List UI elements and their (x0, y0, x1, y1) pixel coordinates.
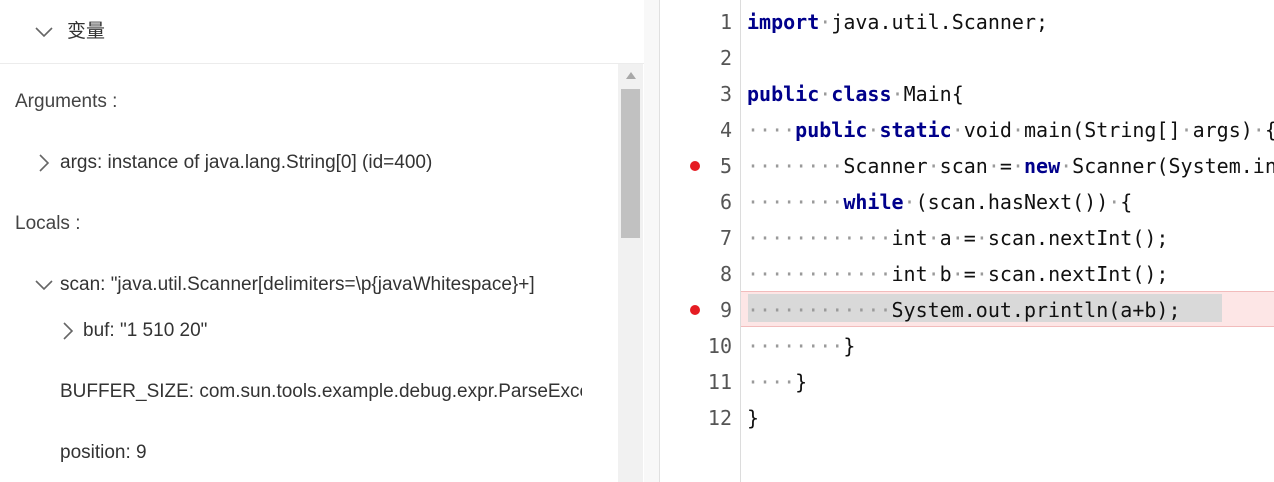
arguments-section-label: Arguments : (15, 89, 597, 115)
code-text: } (843, 334, 856, 358)
code-text: Main{ (903, 82, 964, 106)
scroll-up-arrow-icon[interactable] (626, 72, 636, 79)
code-text: } (747, 406, 760, 430)
line-number-gutter[interactable]: 1 2 3 4 5 6 7 8 9 10 11 12 (660, 0, 741, 482)
code-line-10: ········} (747, 334, 856, 358)
line-number: 4 (719, 118, 732, 142)
code-line-8: ············int·b·=·scan.nextInt(); (747, 262, 1169, 286)
code-text: int·b·=·scan.nextInt(); (891, 262, 1169, 286)
line-number: 3 (719, 82, 732, 106)
chevron-right-icon[interactable] (34, 153, 54, 173)
scrollbar-thumb[interactable] (621, 89, 640, 238)
line-number: 12 (707, 406, 732, 430)
breakpoint-icon[interactable] (690, 305, 700, 315)
code-text: ·Scanner(System.in); (1060, 154, 1274, 178)
variables-title: 变量 (67, 21, 106, 42)
locals-section-label: Locals : (15, 211, 597, 237)
keyword: import (747, 10, 820, 34)
keyword: while (843, 190, 904, 214)
arguments-label: Arguments : (15, 91, 118, 112)
line-number: 6 (719, 190, 732, 214)
tree-item-position[interactable]: position: 9 (0, 440, 582, 466)
line-number: 8 (719, 262, 732, 286)
tree-item-buf[interactable]: buf: "1 510 20" (0, 318, 582, 344)
tree-item-args[interactable]: args: instance of java.lang.String[0] (i… (0, 150, 582, 176)
code-line-7: ············int·a·=·scan.nextInt(); (747, 226, 1169, 250)
code-text: int·a·=·scan.nextInt(); (891, 226, 1169, 250)
line-number: 7 (719, 226, 732, 250)
variables-tree: Arguments : args: instance of java.lang.… (0, 64, 618, 482)
panel-splitter[interactable] (644, 0, 660, 482)
keyword: class (831, 82, 892, 106)
line-number: 10 (707, 334, 732, 358)
scan-value: scan: "java.util.Scanner[delimiters=\p{j… (60, 274, 535, 295)
code-line-12: } (747, 400, 759, 436)
locals-label: Locals : (15, 213, 81, 234)
line-number: 11 (707, 370, 732, 394)
chevron-down-icon[interactable] (34, 275, 54, 295)
code-text: System.out.println(a+b); (891, 298, 1181, 322)
code-text: java.util.Scanner; (831, 10, 1049, 34)
code-text: ·(scan.hasNext())·{ (903, 190, 1133, 214)
chevron-right-icon[interactable] (58, 321, 78, 341)
code-line-11: ····} (747, 370, 808, 394)
line-number: 2 (719, 46, 732, 70)
keyword: public (795, 118, 868, 142)
buf-value: buf: "1 510 20" (83, 320, 208, 341)
chevron-down-icon[interactable] (34, 22, 54, 42)
code-text: } (795, 370, 808, 394)
code-text: Scanner·scan·=· (843, 154, 1024, 178)
buffer-size-value: BUFFER_SIZE: com.sun.tools.example.debug… (60, 381, 582, 402)
position-value: position: 9 (60, 442, 147, 463)
keyword: new (1023, 154, 1061, 178)
variables-header[interactable]: 变量 (0, 0, 644, 64)
variables-panel: 变量 Arguments : args: instance of java.la… (0, 0, 645, 482)
breakpoint-icon[interactable] (690, 161, 700, 171)
code-line-3: public·class·Main{ (747, 82, 964, 106)
code-line-1: import·java.util.Scanner; (747, 10, 1049, 34)
code-line-6: ········while·(scan.hasNext())·{ (747, 190, 1133, 214)
args-value: args: instance of java.lang.String[0] (i… (60, 152, 433, 173)
code-line-9: ············System.out.println(a+b); (747, 298, 1181, 322)
tree-item-buffer-size[interactable]: BUFFER_SIZE: com.sun.tools.example.debug… (0, 379, 582, 405)
keyword: public (747, 82, 820, 106)
code-editor[interactable]: 1 2 3 4 5 6 7 8 9 10 11 12 import·java.u… (660, 0, 1274, 482)
keyword: static (879, 118, 952, 142)
variables-scrollbar[interactable] (618, 64, 643, 482)
code-line-4: ····public·static·void·main(String[]·arg… (747, 112, 1274, 148)
code-line-5: ········Scanner·scan·=·new·Scanner(Syste… (747, 148, 1274, 184)
line-number: 1 (719, 10, 732, 34)
tree-item-scan[interactable]: scan: "java.util.Scanner[delimiters=\p{j… (0, 272, 582, 298)
code-text: void·main(String[]·args)·{ (963, 118, 1274, 142)
